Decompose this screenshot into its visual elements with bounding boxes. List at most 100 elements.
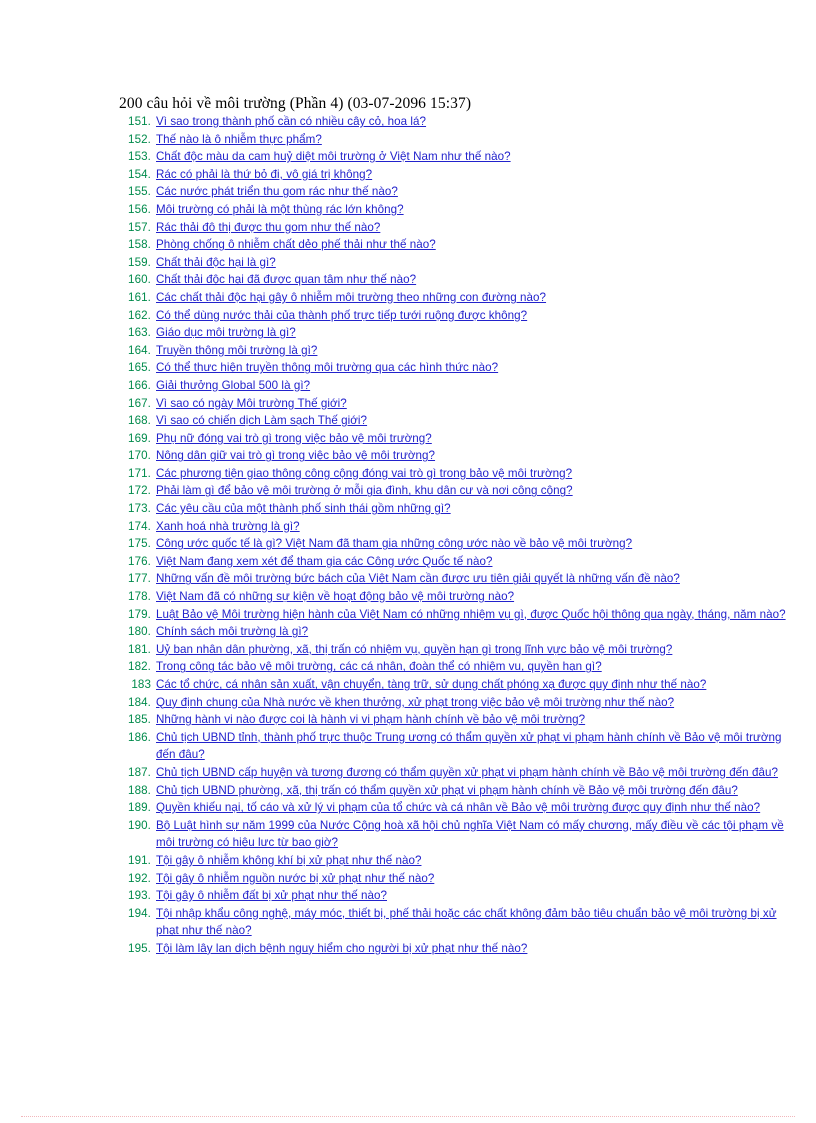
list-item: 193. Tội gây ô nhiễm đất bị xử phạt như t… [119,887,791,905]
question-link[interactable]: Chủ tịch UBND tỉnh, thành phố trực thuộc… [156,729,791,764]
question-number: 188. [128,783,151,797]
question-link[interactable]: Uỷ ban nhân dân phường, xã, thị trấn có … [156,641,791,659]
question-link[interactable]: Môi trường có phải là một thùng rác lớn … [156,201,791,219]
list-item: 164. Truyền thông môi trường là gì? [119,342,791,360]
question-number: 178. [128,590,151,604]
question-number: 195. [128,941,151,955]
question-number: 158. [128,238,151,252]
list-item: 170. Nông dân giữ vai trò gì trong việc b… [119,447,791,465]
question-number: 191. [128,853,151,867]
question-number: 155. [128,185,151,199]
question-link[interactable]: Rác có phải là thứ bỏ đi, vô giá trị khô… [156,166,791,184]
list-item: 195. Tội làm lây lan dịch bệnh nguy hiểm … [119,940,791,958]
question-number: 174. [128,519,151,533]
question-link[interactable]: Chính sách môi trường là gì? [156,623,791,641]
footer-divider [21,1116,795,1117]
question-link[interactable]: Phải làm gì để bảo vệ môi trường ở mỗi g… [156,482,791,500]
question-link[interactable]: Phụ nữ đóng vai trò gì trong việc bảo vệ… [156,430,791,448]
question-link[interactable]: Tội nhập khẩu công nghệ, máy móc, thiết … [156,905,791,940]
list-item: 158. Phòng chống ô nhiễm chất dẻo phế thả… [119,236,791,254]
question-number: 177. [128,572,151,586]
question-number: 180. [128,625,151,639]
question-number: 168. [128,414,151,428]
list-item: 188. Chủ tịch UBND phường, xã, thị trấn c… [119,782,791,800]
question-number: 164. [128,343,151,357]
question-number: 176. [128,554,151,568]
question-link[interactable]: Quy định chung của Nhà nước về khen thưở… [156,694,791,712]
question-link[interactable]: Giáo dục môi trường là gì? [156,324,791,342]
list-item: 179. Luật Bảo vệ Môi trường hiện hành của… [119,606,791,624]
question-link[interactable]: Việt Nam đang xem xét để tham gia các Cô… [156,553,791,571]
list-item: 156. Môi trường có phải là một thùng rác … [119,201,791,219]
question-number: 173. [128,502,151,516]
list-item: 189. Quyền khiếu nại, tố cáo và xử lý vi … [119,799,791,817]
list-item: 151. Vì sao trong thành phố cần có nhiều … [119,113,791,131]
question-link[interactable]: Những vấn đề môi trường bức bách của Việ… [156,570,791,588]
question-link[interactable]: Các yêu cầu của một thành phố sinh thái … [156,500,791,518]
question-number: 163. [128,326,151,340]
question-link[interactable]: Có thể dùng nước thải của thành phố trực… [156,307,791,325]
question-link[interactable]: Vì sao có ngày Môi trường Thế giới? [156,395,791,413]
question-link[interactable]: Phòng chống ô nhiễm chất dẻo phế thải nh… [156,236,791,254]
question-number: 192. [128,871,151,885]
question-link[interactable]: Thế nào là ô nhiễm thực phẩm? [156,131,791,149]
question-number: 187. [128,765,151,779]
question-link[interactable]: Chủ tịch UBND phường, xã, thị trấn có th… [156,782,791,800]
list-item: 160. Chất thải độc hại đã được quan tâm n… [119,271,791,289]
list-item: 175. Công ước quốc tế là gì? Việt Nam đã … [119,535,791,553]
list-item: 165. Có thể thực hiện truyền thông môi tr… [119,359,791,377]
list-item: 180. Chính sách môi trường là gì? [119,623,791,641]
list-item: 184. Quy định chung của Nhà nước về khen … [119,694,791,712]
question-link[interactable]: Chất thải độc hại đã được quan tâm như t… [156,271,791,289]
question-link[interactable]: Rác thải đô thị được thu gom như thế nào… [156,219,791,237]
question-link[interactable]: Truyền thông môi trường là gì? [156,342,791,360]
list-item: 173. Các yêu cầu của một thành phố sinh t… [119,500,791,518]
list-item: 183 Các tổ chức, cá nhân sản xuất, vận ch… [119,676,791,694]
question-link[interactable]: Công ước quốc tế là gì? Việt Nam đã tham… [156,535,791,553]
question-link[interactable]: Quyền khiếu nại, tố cáo và xử lý vi phạm… [156,799,791,817]
question-link[interactable]: Có thể thực hiện truyền thông môi trường… [156,359,791,377]
question-link[interactable]: Nông dân giữ vai trò gì trong việc bảo v… [156,447,791,465]
question-link[interactable]: Giải thưởng Global 500 là gì? [156,377,791,395]
question-list: 151. Vì sao trong thành phố cần có nhiều … [119,113,791,958]
question-link[interactable]: Bộ Luật hình sự năm 1999 của Nước Cộng h… [156,817,791,852]
question-number: 170. [128,449,151,463]
list-item: 157. Rác thải đô thị được thu gom như thế… [119,219,791,237]
question-link[interactable]: Tội làm lây lan dịch bệnh nguy hiểm cho … [156,940,791,958]
question-link[interactable]: Vì sao có chiến dịch Làm sạch Thế giới? [156,412,791,430]
question-link[interactable]: Các tổ chức, cá nhân sản xuất, vận chuyể… [156,676,791,694]
question-link[interactable]: Xanh hoá nhà trường là gì? [156,518,791,536]
question-link[interactable]: Vì sao trong thành phố cần có nhiều cây … [156,113,791,131]
question-link[interactable]: Các phương tiện giao thông công cộng đón… [156,465,791,483]
list-item: 174. Xanh hoá nhà trường là gì? [119,518,791,536]
question-link[interactable]: Tội gây ô nhiễm không khí bị xử phạt như… [156,852,791,870]
list-item: 178. Việt Nam đã có những sự kiện về hoạt… [119,588,791,606]
question-link[interactable]: Những hành vi nào được coi là hành vi vi… [156,711,791,729]
question-link[interactable]: Các chất thải độc hại gây ô nhiễm môi tr… [156,289,791,307]
question-number: 165. [128,361,151,375]
list-item: 192. Tội gây ô nhiễm nguồn nước bị xử phạ… [119,870,791,888]
question-number: 156. [128,202,151,216]
question-link[interactable]: Chất độc màu da cam huỷ diệt môi trường … [156,148,791,166]
question-link[interactable]: Luật Bảo vệ Môi trường hiện hành của Việ… [156,606,791,624]
question-link[interactable]: Trong công tác bảo vệ môi trường, các cá… [156,658,791,676]
question-number: 153. [128,150,151,164]
list-item: 190. Bộ Luật hình sự năm 1999 của Nước Cộ… [119,817,791,852]
list-item: 182. Trong công tác bảo vệ môi trường, cá… [119,658,791,676]
question-number: 162. [128,308,151,322]
question-link[interactable]: Chất thải độc hại là gì? [156,254,791,272]
question-link[interactable]: Tội gây ô nhiễm đất bị xử phạt như thế n… [156,887,791,905]
question-number: 161. [128,290,151,304]
question-number: 182. [128,660,151,674]
question-number: 166. [128,378,151,392]
question-link[interactable]: Chủ tịch UBND cấp huyện và tương đương c… [156,764,791,782]
question-link[interactable]: Các nước phát triển thu gom rác như thế … [156,183,791,201]
question-link[interactable]: Tội gây ô nhiễm nguồn nước bị xử phạt nh… [156,870,791,888]
list-item: 152. Thế nào là ô nhiễm thực phẩm? [119,131,791,149]
list-item: 153. Chất độc màu da cam huỷ diệt môi trư… [119,148,791,166]
question-link[interactable]: Việt Nam đã có những sự kiện về hoạt độn… [156,588,791,606]
list-item: 176. Việt Nam đang xem xét để tham gia cá… [119,553,791,571]
list-item: 154. Rác có phải là thứ bỏ đi, vô giá trị… [119,166,791,184]
question-number: 157. [128,220,151,234]
question-number: 185. [128,713,151,727]
